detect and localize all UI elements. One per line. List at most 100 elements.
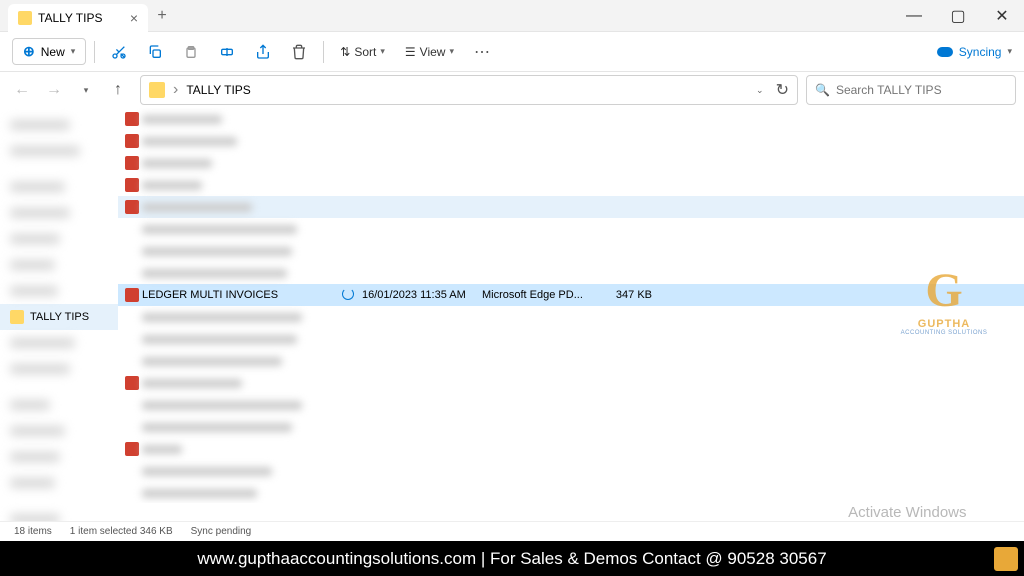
sync-status[interactable]: Syncing ▾ <box>937 45 1012 59</box>
chevron-down-icon: ▾ <box>380 46 385 57</box>
status-items: 18 items <box>14 526 52 537</box>
status-bar: 18 items 1 item selected 346 KB Sync pen… <box>0 521 1024 541</box>
activate-title: Activate Windows <box>848 504 1006 521</box>
table-row[interactable] <box>118 218 1024 240</box>
table-row[interactable] <box>118 328 1024 350</box>
view-button[interactable]: ☰ View ▾ <box>397 41 462 63</box>
file-date: 16/01/2023 11:35 AM <box>362 289 482 301</box>
copy-button[interactable] <box>139 36 171 68</box>
table-row[interactable] <box>118 460 1024 482</box>
chevron-down-icon: ▾ <box>71 46 76 57</box>
footer-logo-icon <box>994 547 1018 571</box>
address-bar[interactable]: › TALLY TIPS ⌄ ↻ <box>140 75 798 105</box>
chevron-down-icon[interactable]: ⌄ <box>756 85 764 96</box>
table-row[interactable] <box>118 174 1024 196</box>
file-type: Microsoft Edge PD... <box>482 289 602 301</box>
table-row[interactable] <box>118 372 1024 394</box>
chevron-down-icon[interactable]: ▾ <box>72 76 100 104</box>
share-button[interactable] <box>247 36 279 68</box>
table-row[interactable] <box>118 306 1024 328</box>
file-list: LEDGER MULTI INVOICES 16/01/2023 11:35 A… <box>118 108 1024 503</box>
toolbar: ⊕ New ▾ ⇅ Sort ▾ ☰ View ▾ ⋯ Syncing ▾ <box>0 32 1024 72</box>
cloud-icon <box>937 47 953 57</box>
table-row[interactable] <box>118 108 1024 130</box>
cut-button[interactable] <box>103 36 135 68</box>
search-icon: 🔍 <box>815 83 830 97</box>
rename-button[interactable] <box>211 36 243 68</box>
sidebar-item-label: TALLY TIPS <box>30 311 89 323</box>
table-row[interactable] <box>118 240 1024 262</box>
main-area: TALLY TIPS LEDGER MULTI INVOICES 16/01/2… <box>0 108 1024 503</box>
footer-text: www.gupthaaccountingsolutions.com | For … <box>197 549 826 569</box>
brand-tagline: ACCOUNTING SOLUTIONS <box>894 330 994 336</box>
file-name: LEDGER MULTI INVOICES <box>142 289 342 301</box>
sidebar: TALLY TIPS <box>0 108 118 503</box>
sidebar-item[interactable] <box>0 138 118 164</box>
tab-title: TALLY TIPS <box>38 11 102 25</box>
new-button[interactable]: ⊕ New ▾ <box>12 38 86 65</box>
paste-button[interactable] <box>175 36 207 68</box>
chevron-down-icon: ▾ <box>1007 46 1012 57</box>
minimize-button[interactable]: — <box>892 0 936 32</box>
folder-icon <box>149 82 165 98</box>
sidebar-item[interactable] <box>0 174 118 200</box>
new-label: New <box>41 45 65 59</box>
brand-name: GUPTHA <box>894 318 994 330</box>
table-row[interactable] <box>118 394 1024 416</box>
up-button[interactable]: ↑ <box>104 76 132 104</box>
delete-button[interactable] <box>283 36 315 68</box>
search-box[interactable]: 🔍 <box>806 75 1016 105</box>
close-icon[interactable]: × <box>130 10 138 26</box>
table-row-selected[interactable]: LEDGER MULTI INVOICES 16/01/2023 11:35 A… <box>118 284 1024 306</box>
view-label: View <box>420 45 446 59</box>
status-sync: Sync pending <box>191 526 252 537</box>
folder-icon <box>18 11 32 25</box>
table-row[interactable] <box>118 350 1024 372</box>
sidebar-item[interactable] <box>0 278 118 304</box>
footer-banner: www.gupthaaccountingsolutions.com | For … <box>0 541 1024 576</box>
table-row[interactable] <box>118 416 1024 438</box>
sidebar-item[interactable] <box>0 392 118 418</box>
file-size: 347 KB <box>602 289 652 301</box>
window-controls: — ▢ ✕ <box>892 0 1024 32</box>
table-row[interactable] <box>118 262 1024 284</box>
sync-icon <box>342 288 354 300</box>
tab-tally-tips[interactable]: TALLY TIPS × <box>8 4 148 32</box>
brand-logo: G GUPTHA ACCOUNTING SOLUTIONS <box>894 263 994 336</box>
back-button[interactable]: ← <box>8 76 36 104</box>
close-button[interactable]: ✕ <box>980 0 1024 32</box>
sidebar-item-tally-tips[interactable]: TALLY TIPS <box>0 304 118 330</box>
more-button[interactable]: ⋯ <box>466 36 498 68</box>
table-row[interactable] <box>118 482 1024 503</box>
forward-button[interactable]: → <box>40 76 68 104</box>
sidebar-item[interactable] <box>0 112 118 138</box>
maximize-button[interactable]: ▢ <box>936 0 980 32</box>
search-input[interactable] <box>836 83 1007 97</box>
titlebar: TALLY TIPS × + — ▢ ✕ <box>0 0 1024 32</box>
pdf-icon <box>125 288 139 302</box>
new-tab-button[interactable]: + <box>148 2 176 30</box>
status-selected: 1 item selected 346 KB <box>70 526 173 537</box>
sidebar-item[interactable] <box>0 356 118 382</box>
view-icon: ☰ <box>405 45 416 59</box>
table-row[interactable] <box>118 196 1024 218</box>
table-row[interactable] <box>118 438 1024 460</box>
sidebar-item[interactable] <box>0 226 118 252</box>
sort-label: Sort <box>354 45 376 59</box>
table-row[interactable] <box>118 130 1024 152</box>
sidebar-item[interactable] <box>0 200 118 226</box>
plus-icon: ⊕ <box>23 43 35 60</box>
sort-button[interactable]: ⇅ Sort ▾ <box>332 41 393 63</box>
sync-label: Syncing <box>959 45 1002 59</box>
refresh-button[interactable]: ↻ <box>776 80 789 100</box>
sidebar-item[interactable] <box>0 444 118 470</box>
chevron-down-icon: ▾ <box>449 46 454 57</box>
sidebar-item[interactable] <box>0 418 118 444</box>
sidebar-item[interactable] <box>0 470 118 496</box>
sidebar-item[interactable] <box>0 330 118 356</box>
sort-icon: ⇅ <box>340 45 350 59</box>
table-row[interactable] <box>118 152 1024 174</box>
breadcrumb[interactable]: TALLY TIPS <box>186 83 250 97</box>
folder-icon <box>10 310 24 324</box>
sidebar-item[interactable] <box>0 252 118 278</box>
